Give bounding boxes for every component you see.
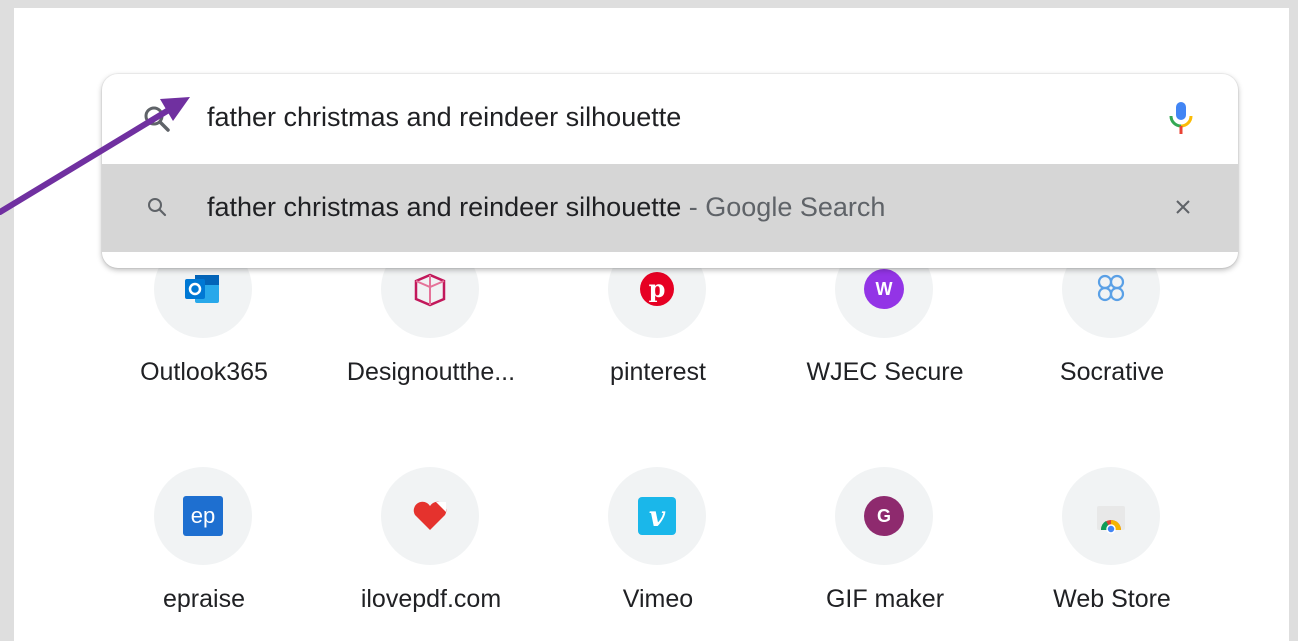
- shortcut-epraise[interactable]: ep epraise: [114, 467, 294, 613]
- ilovepdf-icon: [410, 496, 450, 536]
- shortcut-label: WJEC Secure: [806, 358, 964, 386]
- shortcut-web-store[interactable]: Web Store: [1022, 467, 1202, 613]
- svg-text:p: p: [649, 274, 666, 303]
- web-store-icon: [1091, 496, 1131, 536]
- shortcut-label: Socrative: [1059, 358, 1165, 386]
- shortcut-label: Web Store: [1053, 585, 1171, 613]
- new-tab-page: Outlook365 Designoutthe... p pinterest W…: [14, 8, 1289, 641]
- shortcut-vimeo[interactable]: v Vimeo: [568, 467, 748, 613]
- socrative-icon: [1091, 269, 1131, 309]
- epraise-icon: ep: [183, 496, 223, 536]
- outlook-icon: [183, 269, 223, 309]
- gif-maker-icon: G: [864, 496, 904, 536]
- shortcut-label: GIF maker: [825, 585, 945, 613]
- shortcut-label: Outlook365: [140, 358, 268, 386]
- omnibox-suggestion[interactable]: father christmas and reindeer silhouette…: [102, 164, 1238, 252]
- shortcut-label: ilovepdf.com: [360, 585, 502, 613]
- close-icon[interactable]: [1172, 196, 1194, 218]
- omnibox-popup: father christmas and reindeer silhouette…: [102, 74, 1238, 268]
- omnibox-query-input[interactable]: father christmas and reindeer silhouette: [207, 102, 681, 133]
- microphone-icon[interactable]: [1168, 98, 1194, 138]
- suggestion-text: father christmas and reindeer silhouette…: [207, 192, 886, 222]
- vimeo-icon: v: [638, 497, 676, 535]
- search-icon: [146, 196, 168, 218]
- shortcut-label: Vimeo: [622, 585, 694, 613]
- shortcut-label: Designoutthe...: [346, 358, 516, 386]
- search-icon: [142, 104, 172, 134]
- shortcut-label: epraise: [163, 585, 245, 613]
- shortcut-gif-maker[interactable]: G GIF maker: [795, 467, 975, 613]
- designout-icon: [410, 269, 450, 309]
- wjec-icon: W: [864, 269, 904, 309]
- pinterest-icon: p: [637, 269, 677, 309]
- shortcut-label: pinterest: [610, 358, 706, 386]
- omnibox-input-row[interactable]: father christmas and reindeer silhouette: [102, 74, 1238, 164]
- shortcut-ilovepdf[interactable]: ilovepdf.com: [341, 467, 521, 613]
- suggestion-source: Google Search: [705, 192, 886, 222]
